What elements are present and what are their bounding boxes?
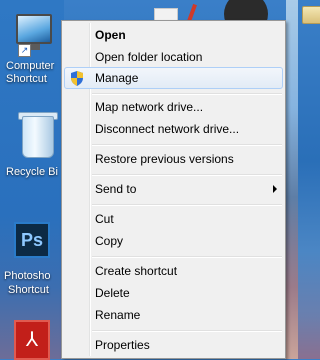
menu-separator [92, 330, 282, 332]
menu-item-copy[interactable]: Copy [64, 230, 283, 252]
desktop-icon-label: Computer [6, 60, 55, 72]
menu-separator [92, 93, 282, 95]
uac-shield-icon [71, 71, 83, 86]
menu-item-disconnect-network-drive[interactable]: Disconnect network drive... [64, 118, 283, 140]
menu-item-map-network-drive[interactable]: Map network drive... [64, 96, 283, 118]
menu-item-label: Manage [95, 71, 139, 85]
menu-item-rename[interactable]: Rename [64, 304, 283, 326]
recycle-bin-icon [22, 116, 54, 158]
menu-separator [92, 144, 282, 146]
submenu-arrow-icon [273, 185, 277, 193]
desktop-icon-label: Photosho [4, 270, 51, 282]
menu-item-label: Map network drive... [95, 100, 204, 114]
menu-item-label: Rename [95, 308, 141, 322]
menu-item-label: Delete [95, 286, 130, 300]
menu-item-label: Cut [95, 212, 114, 226]
menu-item-label: Open folder location [95, 50, 203, 64]
menu-item-label: Create shortcut [95, 264, 178, 278]
menu-item-label: Send to [95, 182, 137, 196]
folder-icon[interactable] [302, 6, 320, 24]
desktop-top-icons [64, 0, 320, 36]
shortcut-arrow-icon: ↗ [18, 44, 31, 57]
menu-item-cut[interactable]: Cut [64, 208, 283, 230]
menu-item-manage[interactable]: Manage [64, 67, 283, 89]
context-menu: Open Open folder location Manage Map net… [61, 20, 286, 359]
photoshop-icon: Ps [14, 222, 50, 258]
computer-icon: ↗ [6, 10, 58, 57]
menu-item-send-to[interactable]: Send to [64, 178, 283, 200]
menu-item-label: Copy [95, 234, 124, 248]
desktop-icon-label: Recycle Bi [6, 166, 58, 178]
menu-item-open-folder-location[interactable]: Open folder location [64, 46, 283, 68]
desktop-icon-label: Shortcut [8, 284, 49, 296]
menu-item-label: Properties [95, 338, 150, 352]
menu-item-delete[interactable]: Delete [64, 282, 283, 304]
menu-separator [92, 256, 282, 258]
acrobat-icon: ⅄ [14, 320, 50, 360]
menu-separator [92, 204, 282, 206]
menu-item-properties[interactable]: Properties [64, 334, 283, 356]
menu-separator [92, 174, 282, 176]
desktop-icon-label: Shortcut [6, 73, 47, 85]
menu-item-label: Open [95, 28, 126, 42]
menu-item-restore-previous-versions[interactable]: Restore previous versions [64, 148, 283, 170]
wallpaper-edge [286, 0, 298, 359]
menu-item-open[interactable]: Open [64, 24, 283, 46]
menu-item-label: Disconnect network drive... [95, 122, 240, 136]
menu-item-label: Restore previous versions [95, 152, 234, 166]
menu-item-create-shortcut[interactable]: Create shortcut [64, 260, 283, 282]
